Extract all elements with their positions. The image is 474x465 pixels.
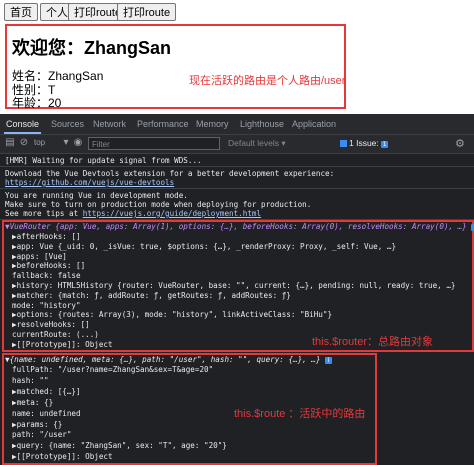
property-line[interactable]: ▶app: Vue {_uid: 0, _isVue: true, $optio…: [12, 242, 396, 251]
property-line[interactable]: ▶history: HTML5History {router: VueRoute…: [12, 281, 455, 290]
route-annotation: this.$route ：活跃中的路由: [234, 408, 366, 420]
tab-lighthouse[interactable]: Lighthouse: [238, 114, 286, 134]
property-line[interactable]: ▶beforeHooks: []: [12, 261, 85, 270]
console-hmr: [HMR] Waiting for update signal from WDS…: [5, 156, 202, 165]
gear-icon[interactable]: ⚙: [455, 137, 465, 150]
tab-sources[interactable]: Sources: [49, 114, 86, 134]
divider: [0, 188, 474, 189]
router-header-text: ▼VueRouter {app: Vue, apps: Array(1), op…: [5, 222, 467, 231]
property-line[interactable]: path: "/user": [12, 430, 71, 439]
property-line[interactable]: ▶meta: {}: [12, 398, 53, 407]
console-dev-mode-3: See more tips at https://vuejs.org/guide…: [5, 209, 261, 218]
property-line[interactable]: ▶query: {name: "ZhangSan", sex: "T", age…: [12, 441, 227, 450]
route-object-header[interactable]: ▼{name: undefined, meta: {…}, path: "/us…: [5, 355, 333, 364]
issues-label: 1 Issue:: [349, 138, 379, 148]
issues-counter[interactable]: 1 Issue: 1: [340, 138, 389, 148]
eye-icon[interactable]: ◉: [72, 137, 84, 149]
tab-console[interactable]: Console: [4, 114, 42, 134]
tab-memory[interactable]: Memory: [194, 114, 231, 134]
property-line[interactable]: ▶apps: [Vue]: [12, 252, 67, 261]
property-line[interactable]: mode: "history": [12, 301, 81, 310]
property-line[interactable]: ▶[[Prototype]]: Object: [12, 340, 113, 349]
router-object-header[interactable]: ▼VueRouter {app: Vue, apps: Array(1), op…: [5, 222, 474, 231]
tab-performance[interactable]: Performance: [135, 114, 191, 134]
property-line[interactable]: ▶matcher: {match: ƒ, addRoute: ƒ, getRou…: [12, 291, 291, 300]
tab-application[interactable]: Application: [290, 114, 338, 134]
age-text: 年龄：20: [12, 96, 62, 110]
console-devtools-msg: Download the Vue Devtools extension for …: [5, 169, 335, 178]
property-line[interactable]: fullPath: "/user?name=ZhangSan&sex=T&age…: [12, 365, 213, 374]
sidebar-toggle-icon[interactable]: ▤: [4, 137, 16, 149]
property-line[interactable]: ▶afterHooks: []: [12, 232, 81, 241]
welcome-heading: 欢迎您：ZhangSan: [12, 38, 172, 58]
user-route-view: 欢迎您：ZhangSan 姓名：ZhangSan 性别：T 年龄：20 现在活跃…: [5, 24, 346, 110]
chevron-down-icon[interactable]: ▾: [60, 137, 72, 149]
console-dev-mode-2: Make sure to turn on production mode whe…: [5, 200, 312, 209]
filter-input[interactable]: Filter: [88, 137, 220, 150]
property-line[interactable]: ▶params: {}: [12, 420, 62, 429]
property-line[interactable]: ▶matched: [{…}]: [12, 387, 81, 396]
console-toolbar: ▤ ⊘ top ▾ ◉ Filter Default levels ▾ 1 Is…: [0, 135, 474, 154]
log-levels-dropdown[interactable]: Default levels ▾: [228, 138, 286, 149]
property-line[interactable]: currentRoute: (...): [12, 330, 99, 339]
route-header-text: ▼{name: undefined, meta: {…}, path: "/us…: [5, 355, 321, 364]
property-line[interactable]: fallback: false: [12, 271, 81, 280]
property-line[interactable]: ▶options: {routes: Array(3), mode: "hist…: [12, 310, 332, 319]
tab-network[interactable]: Network: [91, 114, 128, 134]
vue-devtools-link[interactable]: https://github.com/vuejs/vue-devtools: [5, 178, 174, 187]
devtools-panel: Console Sources Network Performance Memo…: [0, 114, 474, 465]
app-page: 首页 个人 打印router 打印route 欢迎您：ZhangSan 姓名：Z…: [0, 0, 474, 114]
property-line[interactable]: ▶[[Prototype]]: Object: [12, 452, 113, 461]
issue-icon: [340, 140, 347, 148]
info-icon: i: [325, 357, 333, 364]
clear-console-icon[interactable]: ⊘: [18, 137, 30, 149]
property-line[interactable]: hash: "": [12, 376, 49, 385]
issues-count-badge: 1: [381, 141, 389, 148]
property-line[interactable]: name: undefined: [12, 409, 81, 418]
home-button[interactable]: 首页: [4, 3, 38, 21]
tips-prefix: See more tips at: [5, 209, 83, 218]
property-line[interactable]: ▶resolveHooks: []: [12, 320, 90, 329]
devtools-tabbar: Console Sources Network Performance Memo…: [0, 114, 474, 135]
print-route-button[interactable]: 打印route: [117, 3, 177, 21]
deployment-guide-link[interactable]: https://vuejs.org/guide/deployment.html: [83, 209, 261, 218]
divider: [0, 166, 474, 167]
active-route-note: 现在活跃的路由是个人路由/user: [189, 75, 346, 87]
console-dev-mode-1: You are running Vue in development mode.: [5, 191, 188, 200]
router-annotation: this.$router：总路由对象: [312, 336, 434, 348]
